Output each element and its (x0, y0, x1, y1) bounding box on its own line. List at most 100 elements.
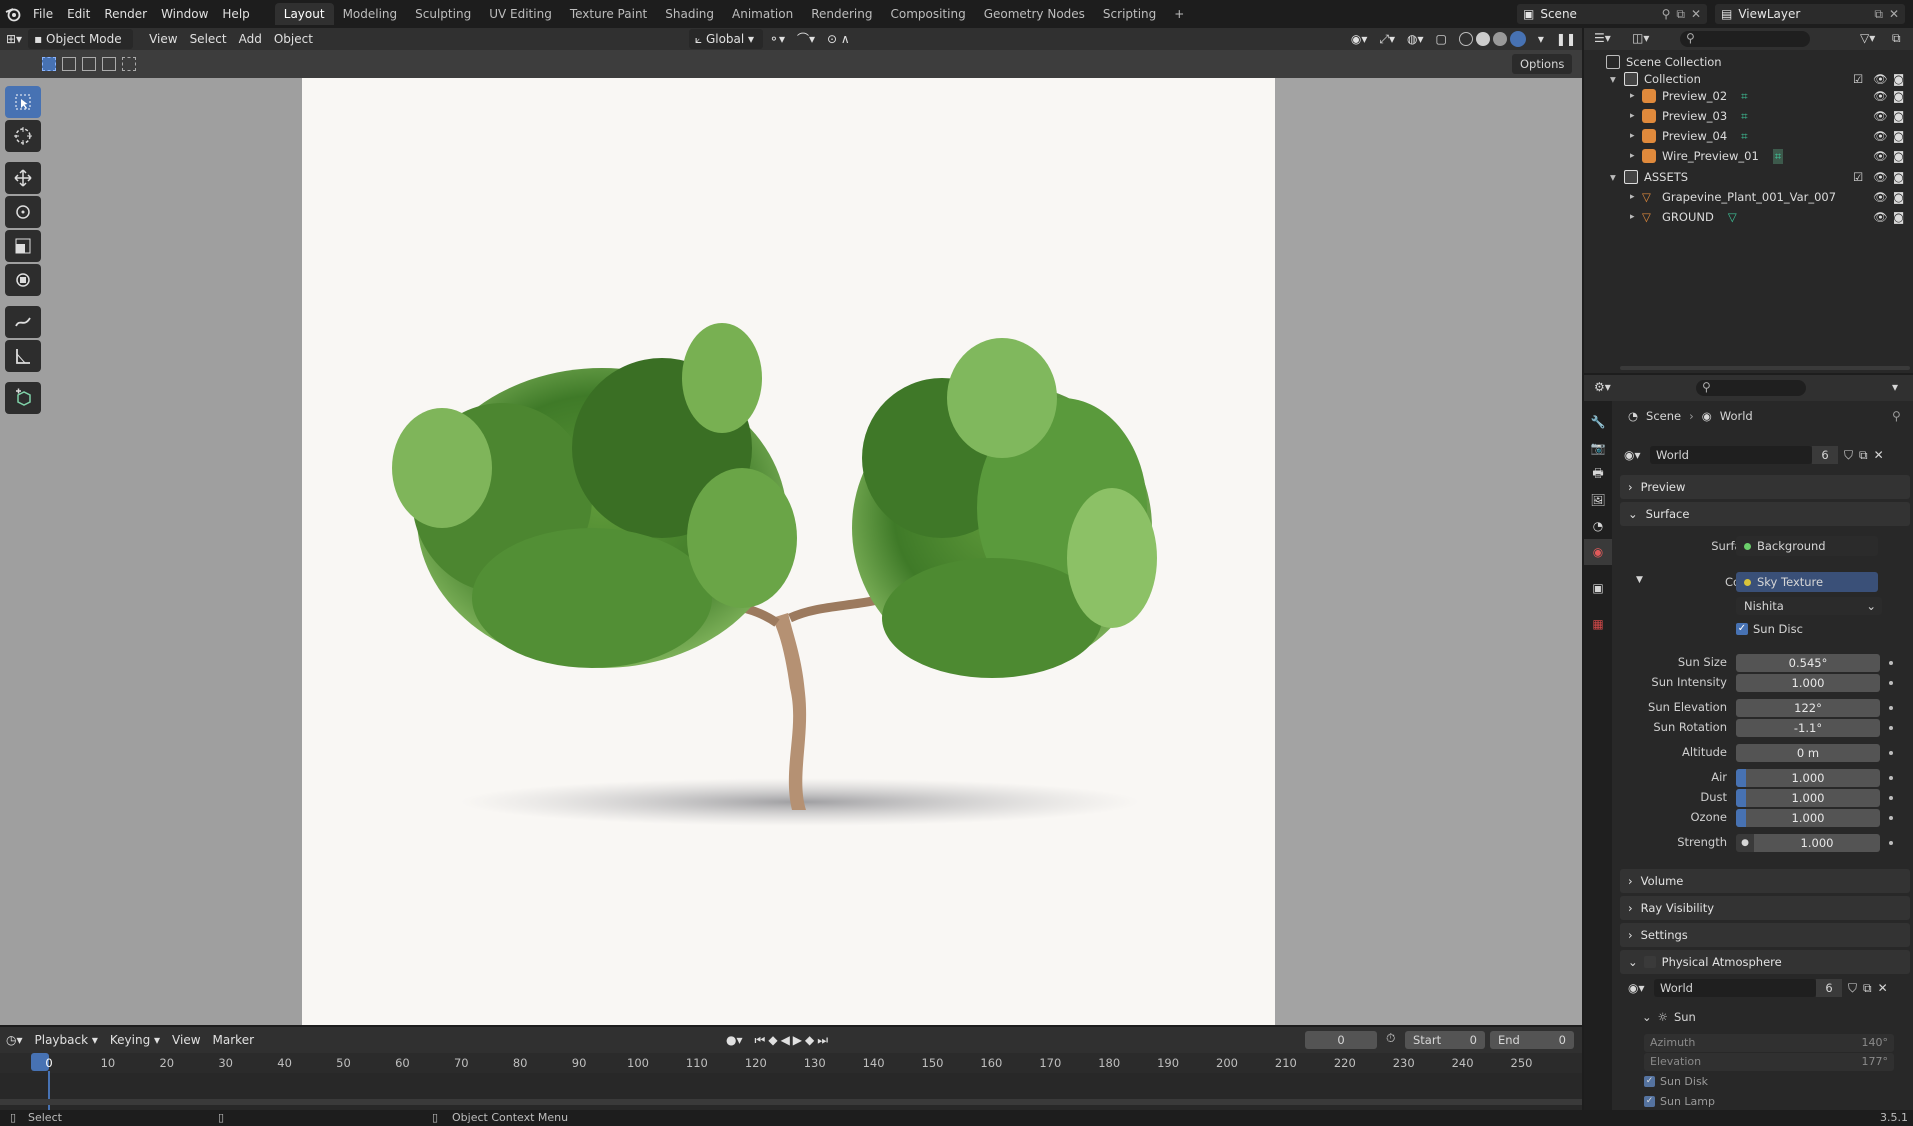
outliner-row-camera[interactable]: ▸ Wire_Preview_01 ⌗ 👁 ◙ (1584, 146, 1913, 166)
prev-keyframe-icon[interactable]: ◆ (768, 1033, 780, 1047)
pin-icon[interactable]: ⚲ (1662, 7, 1671, 21)
shading-options-icon[interactable]: ▾ (1532, 29, 1550, 49)
scale-tool-icon[interactable] (5, 230, 41, 262)
menu-edit[interactable]: Edit (60, 3, 97, 25)
azimuth-field[interactable]: Azimuth 140° (1644, 1034, 1894, 1052)
panel-settings[interactable]: › Settings (1620, 923, 1910, 947)
color-input-field[interactable]: Sky Texture (1736, 572, 1878, 592)
tool-tab-icon[interactable]: 🔧 (1584, 409, 1612, 435)
scene-tab-icon[interactable]: ◔ (1584, 513, 1612, 539)
stopwatch-icon[interactable]: ⏱ (1386, 1031, 1395, 1046)
orientation-dropdown[interactable]: ⟀ Global ▾ (688, 29, 763, 49)
menu-marker[interactable]: Marker (207, 1030, 260, 1050)
annotate-tool-icon[interactable] (5, 306, 41, 338)
tab-animation[interactable]: Animation (723, 3, 802, 25)
select-new-icon[interactable] (42, 57, 56, 71)
proportional-edit-icon[interactable]: ⊙ ∧ (821, 29, 856, 49)
select-invert-icon[interactable] (102, 57, 116, 71)
sun-elevation-field[interactable]: 122° (1736, 699, 1880, 717)
outliner-row-camera[interactable]: ▸ Preview_04 ⌗ 👁 ◙ (1584, 126, 1913, 146)
sun-disc-checkbox[interactable]: ✓ Sun Disc (1736, 622, 1803, 636)
camera-data-icon[interactable]: ⌗ (1772, 148, 1784, 164)
solid-shading-icon[interactable] (1475, 32, 1490, 46)
outliner-editor-icon[interactable]: ☰▾ (1594, 31, 1611, 45)
tab-layout[interactable]: Layout (274, 3, 334, 25)
fake-user-icon[interactable]: ⛉ (1848, 981, 1857, 996)
texture-tab-icon[interactable]: ▦ (1584, 611, 1612, 637)
mode-dropdown[interactable]: ▪ Object Mode ▾ (28, 29, 134, 66)
menu-help[interactable]: Help (215, 3, 256, 25)
sun-disk-checkbox[interactable]: ✓ Sun Disk (1644, 1075, 1708, 1088)
camera-data-icon[interactable]: ⌗ (1741, 129, 1747, 144)
exclude-checkbox[interactable]: ☑ (1853, 72, 1863, 86)
rotate-tool-icon[interactable] (5, 196, 41, 228)
render-camera-icon[interactable]: ◙ (1893, 89, 1904, 103)
add-workspace-button[interactable]: + (1165, 3, 1193, 25)
eye-icon[interactable]: 👁 (1873, 129, 1888, 143)
tab-compositing[interactable]: Compositing (881, 3, 974, 25)
surface-shader-field[interactable]: Background (1736, 536, 1878, 556)
viewlayer-selector[interactable]: ▤ ViewLayer ⧉ ✕ (1715, 4, 1905, 24)
dust-slider[interactable]: 1.000 (1736, 789, 1880, 807)
render-camera-icon[interactable]: ◙ (1893, 72, 1904, 86)
end-frame-field[interactable]: End 0 (1490, 1031, 1574, 1049)
blender-logo-icon[interactable] (0, 0, 26, 28)
render-tab-icon[interactable]: 📷 (1584, 435, 1612, 461)
duplicate-icon[interactable]: ⧉ (1859, 448, 1868, 463)
render-camera-icon[interactable]: ◙ (1893, 190, 1904, 204)
menu-window[interactable]: Window (154, 3, 215, 25)
start-frame-field[interactable]: Start 0 (1405, 1031, 1485, 1049)
select-subtract-icon[interactable] (82, 57, 96, 71)
expand-arrow-icon[interactable]: ▸ (1630, 192, 1642, 202)
menu-render[interactable]: Render (97, 3, 154, 25)
tab-geometry-nodes[interactable]: Geometry Nodes (975, 3, 1094, 25)
measure-tool-icon[interactable] (5, 340, 41, 372)
strength-field[interactable]: 1.000 (1754, 834, 1880, 852)
tab-scripting[interactable]: Scripting (1094, 3, 1165, 25)
eye-icon[interactable]: 👁 (1873, 89, 1888, 103)
outliner-row-mesh[interactable]: ▸ ▽ Grapevine_Plant_001_Var_007 👁 ◙ (1584, 187, 1913, 207)
current-frame-field[interactable]: 0 (1305, 1031, 1377, 1049)
expand-arrow-icon[interactable]: ▸ (1630, 131, 1642, 141)
transform-tool-icon[interactable] (5, 264, 41, 296)
altitude-field[interactable]: 0 m (1736, 744, 1880, 762)
menu-playback[interactable]: Playback ▾ (29, 1030, 104, 1050)
sun-lamp-checkbox[interactable]: ✓ Sun Lamp (1644, 1095, 1715, 1108)
move-tool-icon[interactable] (5, 162, 41, 194)
xray-icon[interactable]: ▢ (1430, 29, 1453, 49)
fake-user-icon[interactable]: ⛉ (1844, 448, 1853, 463)
scene-selector[interactable]: ▣ Scene ⚲ ⧉ ✕ (1517, 4, 1707, 24)
output-tab-icon[interactable]: 🖶 (1584, 461, 1612, 487)
select-extend-icon[interactable] (62, 57, 76, 71)
world-datablock-selector[interactable]: ◉▾ World 6 ⛉ ⧉ ✕ (1624, 446, 1906, 464)
editor-type-icon[interactable]: ⊞▾ (0, 29, 28, 49)
collection-tab-icon[interactable]: ▣ (1584, 575, 1612, 601)
close-icon[interactable]: ✕ (1874, 448, 1884, 462)
eye-icon[interactable]: 👁 (1873, 149, 1888, 163)
new-viewlayer-icon[interactable]: ⧉ (1874, 7, 1883, 22)
atmosphere-world-name[interactable]: World (1654, 979, 1816, 997)
view-layer-tab-icon[interactable]: 🖼 (1584, 487, 1612, 513)
wireframe-shading-icon[interactable] (1458, 32, 1473, 46)
pause-render-icon[interactable]: ❚❚ (1550, 29, 1582, 49)
tab-uv-editing[interactable]: UV Editing (480, 3, 561, 25)
world-browse-icon[interactable]: ◉▾ (1624, 448, 1650, 462)
world-users-count[interactable]: 6 (1812, 446, 1838, 464)
outliner-search-input[interactable]: ⚲ (1680, 31, 1810, 47)
camera-data-icon[interactable]: ⌗ (1741, 89, 1747, 104)
panel-volume[interactable]: › Volume (1620, 869, 1910, 893)
sun-subpanel[interactable]: ⌄ ☼ Sun (1642, 1010, 1696, 1024)
atmosphere-enable-checkbox[interactable] (1643, 956, 1656, 968)
3d-viewport[interactable]: Options (0, 50, 1582, 1025)
ozone-slider[interactable]: 1.000 (1736, 809, 1880, 827)
menu-keying[interactable]: Keying ▾ (104, 1030, 166, 1050)
properties-editor-icon[interactable]: ⚙▾ (1594, 380, 1611, 394)
outliner-row-camera[interactable]: ▸ Preview_02 ⌗ 👁 ◙ (1584, 86, 1913, 106)
new-scene-icon[interactable]: ⧉ (1676, 7, 1685, 22)
properties-search-input[interactable]: ⚲ (1696, 380, 1806, 396)
close-icon[interactable]: ✕ (1691, 7, 1701, 21)
select-intersect-icon[interactable] (122, 57, 136, 71)
exclude-checkbox[interactable]: ☑ (1853, 170, 1863, 184)
panel-surface[interactable]: ⌄ Surface (1620, 502, 1910, 526)
pin-icon[interactable]: ⚲ (1892, 409, 1901, 423)
